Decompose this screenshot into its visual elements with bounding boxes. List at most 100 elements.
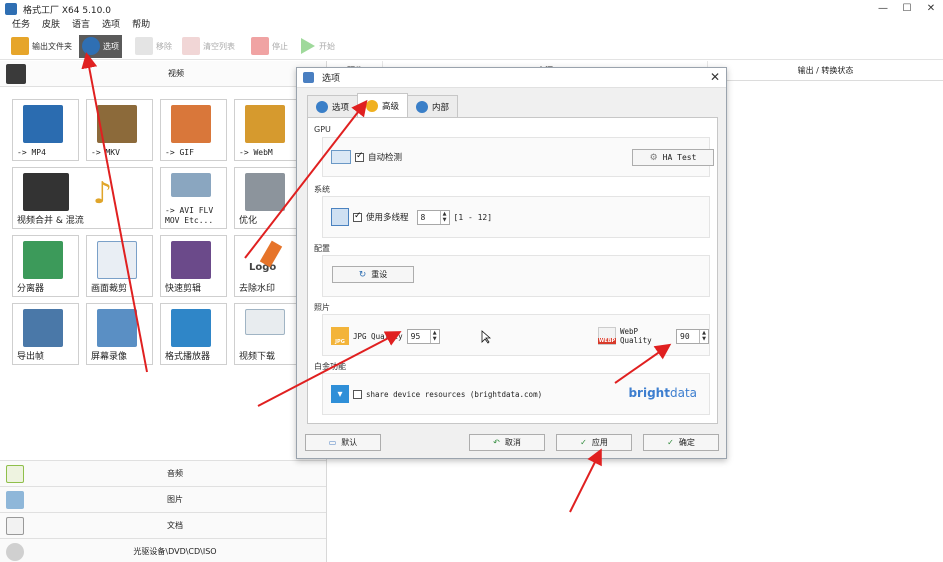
- category-audio[interactable]: 音频: [0, 460, 326, 486]
- tile-gif[interactable]: -> GIF: [160, 99, 227, 161]
- photo-section: JPG JPG Quality 95 ▲ ▼ WEBP WebP Quality …: [322, 314, 710, 356]
- tile-webm[interactable]: -> WebM: [234, 99, 301, 161]
- brightdata-logo: brightdata: [628, 386, 697, 400]
- minimize-button[interactable]: —: [871, 0, 895, 18]
- image-icon: [6, 490, 24, 509]
- frames-icon: [23, 309, 63, 347]
- tab-advanced[interactable]: 高级: [357, 93, 409, 117]
- tab-internal-label: 内部: [432, 102, 450, 113]
- tab-internal[interactable]: 内部: [407, 95, 459, 117]
- tile-label: -> MP4: [17, 148, 46, 157]
- tile-quick-clip[interactable]: 快速剪辑: [160, 235, 227, 297]
- webp-quality-value: 90: [680, 331, 690, 341]
- thread-count-value: 8: [420, 212, 426, 222]
- category-disc[interactable]: 光驱设备\DVD\CD\ISO: [0, 538, 326, 562]
- share-resources-checkbox[interactable]: [353, 389, 362, 399]
- menu-options[interactable]: 选项: [102, 18, 120, 32]
- menu-language[interactable]: 语言: [72, 18, 90, 32]
- maximize-button[interactable]: ☐: [895, 0, 919, 18]
- reset-button[interactable]: ↻ 重设: [332, 266, 414, 283]
- video-download-icon: [245, 309, 285, 335]
- tile-label: 分离器: [17, 284, 45, 294]
- webp-quality-stepper[interactable]: 90 ▲ ▼: [676, 328, 709, 344]
- category-panel: 视频 -> MP4 -> MKV -> GIF -> WebM ♪ 视频合并 &…: [0, 61, 327, 562]
- stop-button[interactable]: 停止: [248, 35, 291, 58]
- tile-screen-record[interactable]: 屏幕录像: [86, 303, 153, 365]
- gpu-icon: [331, 150, 351, 164]
- system-section-label: 系统: [314, 185, 330, 194]
- tile-mkv[interactable]: -> MKV: [86, 99, 153, 161]
- folder-icon: [11, 37, 29, 55]
- options-label: 选项: [103, 41, 119, 51]
- stepper-arrows-icon[interactable]: ▲ ▼: [429, 329, 439, 343]
- ha-test-button[interactable]: ⚙ HA Test: [632, 149, 714, 166]
- tile-video-download[interactable]: 视频下载: [234, 303, 301, 365]
- tile-remove-watermark[interactable]: Logo 去除水印: [234, 235, 301, 297]
- tile-merge-mux[interactable]: ♪ 视频合并 & 混流: [12, 167, 153, 229]
- tab-options-label: 选项: [332, 102, 350, 113]
- scissors-icon: [171, 241, 211, 279]
- tile-crop[interactable]: 画面裁剪: [86, 235, 153, 297]
- ok-button[interactable]: ✓ 确定: [643, 434, 719, 451]
- remove-button[interactable]: 移除: [132, 35, 175, 58]
- stepper-arrows-icon[interactable]: ▲ ▼: [699, 329, 708, 343]
- column-output-status[interactable]: 输出 / 转换状态: [708, 61, 943, 80]
- tile-label: 快速剪辑: [165, 284, 202, 294]
- check-icon: ✓: [667, 438, 674, 447]
- category-document[interactable]: 文档: [0, 512, 326, 538]
- tile-label: 屏幕录像: [91, 352, 128, 362]
- output-folder-button[interactable]: 输出文件夹: [8, 35, 75, 58]
- tile-label: -> AVI FLV MOV Etc...: [165, 206, 214, 225]
- gpu-section: 自动检测 ⚙ HA Test: [322, 137, 714, 177]
- jpg-quality-stepper[interactable]: 95 ▲ ▼: [406, 328, 440, 344]
- close-button[interactable]: ✕: [919, 0, 943, 18]
- tile-splitter[interactable]: 分离器: [12, 235, 79, 297]
- apply-button[interactable]: ✓ 应用: [556, 434, 632, 451]
- bottom-categories: 音频 图片 文档 光驱设备\DVD\CD\ISO: [0, 460, 326, 562]
- tile-mp4[interactable]: -> MP4: [12, 99, 79, 161]
- ok-label: 确定: [678, 438, 695, 447]
- gpu-section-label: GPU: [314, 125, 331, 134]
- thread-count-stepper[interactable]: 8 ▲ ▼: [416, 209, 450, 225]
- tile-label: 去除水印: [239, 284, 276, 294]
- cancel-button[interactable]: ↶ 取消: [469, 434, 545, 451]
- menu-task[interactable]: 任务: [12, 18, 30, 32]
- category-image-label: 图片: [167, 495, 183, 504]
- category-video[interactable]: 视频: [0, 61, 326, 87]
- webp-quality-label: WebP Quality: [620, 327, 652, 345]
- menu-skin[interactable]: 皮肤: [42, 18, 60, 32]
- start-button[interactable]: 开始: [295, 35, 338, 58]
- remove-icon: [135, 37, 153, 55]
- play-icon: [301, 38, 315, 54]
- stepper-arrows-icon[interactable]: ▲ ▼: [439, 210, 449, 224]
- auto-detect-checkbox[interactable]: [355, 151, 364, 162]
- default-button[interactable]: ▭ 默认: [305, 434, 381, 451]
- options-dialog: 选项 ✕ 选项 高级 内部 GPU 自动检测 ⚙ HA Test: [296, 67, 727, 459]
- photo-section-label: 照片: [314, 303, 330, 312]
- document-icon: [6, 516, 24, 535]
- film-icon: [6, 63, 26, 84]
- thread-range-hint: [1 - 12]: [453, 212, 493, 222]
- tile-label: 优化: [239, 216, 258, 226]
- toolbar: 输出文件夹 选项 移除 清空列表 停止 开始: [0, 33, 943, 60]
- jpg-file-icon: JPG: [331, 327, 349, 345]
- menu-help[interactable]: 帮助: [132, 18, 150, 32]
- category-image[interactable]: 图片: [0, 486, 326, 512]
- tile-optimize[interactable]: 优化: [234, 167, 301, 229]
- tile-avi-flv-mov[interactable]: -> AVI FLV MOV Etc...: [160, 167, 227, 229]
- tile-format-player[interactable]: 格式播放器: [160, 303, 227, 365]
- multithread-checkbox[interactable]: [353, 211, 362, 222]
- clear-list-button[interactable]: 清空列表: [179, 35, 238, 58]
- jpg-quality-value: 95: [410, 331, 421, 341]
- tile-label: -> WebM: [239, 148, 273, 157]
- tab-options[interactable]: 选项: [307, 95, 359, 117]
- brightdata-logo-main: bright: [628, 386, 670, 400]
- stop-icon: [251, 37, 269, 55]
- stop-label: 停止: [272, 41, 288, 51]
- options-button[interactable]: 选项: [79, 34, 122, 58]
- printer-icon: ▭: [328, 438, 337, 447]
- optimize-icon: [245, 173, 285, 211]
- tile-export-frames[interactable]: 导出帧: [12, 303, 79, 365]
- dialog-close-button[interactable]: ✕: [710, 70, 720, 84]
- webp-file-icon: WEBP: [597, 327, 617, 345]
